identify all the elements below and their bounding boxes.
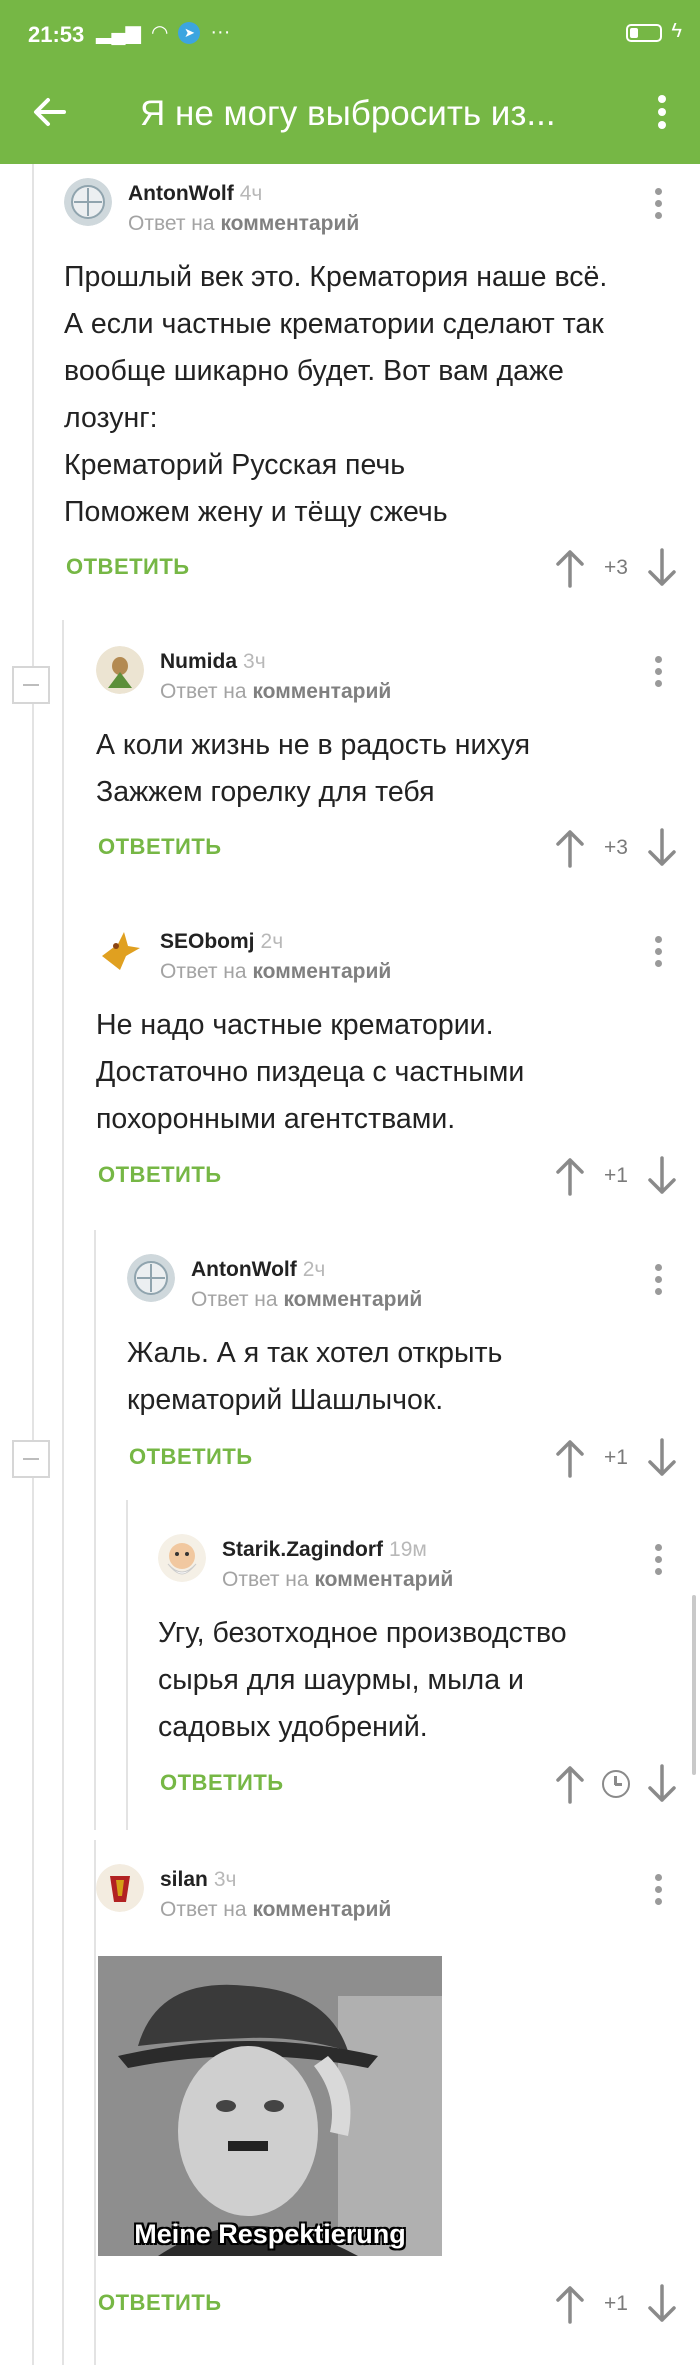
downvote-arrow-icon[interactable]	[644, 1156, 680, 1196]
scrollbar[interactable]	[692, 1595, 696, 1775]
comment-text: Угу, безотходное производство сырья для …	[158, 1617, 567, 1743]
username[interactable]: AntonWolf 4ч	[128, 182, 262, 206]
downvote-arrow-icon[interactable]	[644, 2284, 680, 2324]
wifi-icon: ◠	[150, 22, 169, 44]
thread-line	[126, 1500, 128, 1830]
comment-menu-icon[interactable]	[653, 1264, 663, 1300]
clock-icon	[602, 1770, 630, 1798]
upvote-arrow-icon[interactable]	[552, 828, 588, 868]
username[interactable]: AntonWolf 2ч	[191, 1258, 325, 1282]
status-icons: ▂▄▆ ◠ ➤ ···	[96, 20, 230, 45]
downvote-arrow-icon[interactable]	[644, 548, 680, 588]
downvote-arrow-icon[interactable]	[644, 828, 680, 868]
reply-to-label: Ответ на комментарий	[160, 680, 392, 703]
vote-controls: +3	[552, 828, 682, 868]
comment-text: А коли жизнь не в радость нихуя Зажжем г…	[96, 729, 531, 808]
avatar[interactable]	[96, 1864, 144, 1912]
reply-button[interactable]: ОТВЕТИТЬ	[98, 1162, 222, 1188]
telegram-icon: ➤	[178, 21, 201, 44]
collapse-thread-button[interactable]	[12, 1440, 50, 1478]
reply-target-link[interactable]: комментарий	[252, 1898, 391, 1921]
comment-time: 3ч	[243, 650, 266, 673]
username[interactable]: silan 3ч	[160, 1868, 236, 1892]
reply-button[interactable]: ОТВЕТИТЬ	[129, 1444, 253, 1470]
vote-controls: +3	[552, 548, 682, 588]
reply-to-label: Ответ на комментарий	[160, 1898, 392, 1921]
reply-target-link[interactable]: комментарий	[252, 960, 391, 983]
avatar[interactable]	[96, 926, 144, 974]
reply-to-label: Ответ на комментарий	[160, 960, 392, 983]
reply-target-link[interactable]: комментарий	[220, 212, 359, 235]
comment-text: Прошлый век это. Крематория наше всё. А …	[64, 261, 608, 528]
app-bar: Я не могу выбросить из...	[0, 68, 700, 164]
upvote-arrow-icon[interactable]	[552, 1156, 588, 1196]
downvote-arrow-icon[interactable]	[644, 1764, 680, 1804]
comment-time: 19м	[389, 1538, 427, 1561]
upvote-arrow-icon[interactable]	[552, 1438, 588, 1478]
comment-text: Не надо частные крематории. Достаточно п…	[96, 1009, 525, 1135]
back-arrow-icon[interactable]	[30, 92, 78, 140]
avatar[interactable]	[127, 1254, 175, 1302]
more-icon: ···	[210, 21, 231, 43]
reply-button[interactable]: ОТВЕТИТЬ	[98, 2290, 222, 2316]
upvote-arrow-icon[interactable]	[552, 2284, 588, 2324]
comment-menu-icon[interactable]	[653, 936, 663, 972]
comment-menu-icon[interactable]	[653, 1874, 663, 1910]
thread-line	[62, 620, 64, 2365]
status-bar: 21:53 ▂▄▆ ◠ ➤ ··· ϟ	[0, 0, 700, 68]
comment-time: 2ч	[302, 1258, 326, 1281]
overflow-menu-icon[interactable]	[642, 90, 682, 142]
username[interactable]: Numida 3ч	[160, 650, 266, 674]
signal-icon: ▂▄▆	[96, 22, 141, 44]
downvote-arrow-icon[interactable]	[644, 1438, 680, 1478]
comment-image[interactable]: Meine Respektierung	[98, 1956, 442, 2256]
rating-value: +1	[604, 2292, 628, 2315]
vote-controls	[552, 1764, 682, 1804]
battery-icon	[626, 24, 662, 42]
comment-time: 4ч	[239, 182, 263, 205]
rating-value: +1	[604, 1446, 628, 1469]
status-time: 21:53	[28, 22, 85, 47]
vote-controls: +1	[552, 2284, 682, 2324]
vote-controls: +1	[552, 1438, 682, 1478]
page-title: Я не могу выбросить из...	[140, 94, 556, 133]
reply-target-link[interactable]: комментарий	[252, 680, 391, 703]
comment-time: 2ч	[260, 930, 284, 953]
reply-button[interactable]: ОТВЕТИТЬ	[66, 554, 190, 580]
comment: Numida 3ч Ответ на комментарий А коли жиз…	[96, 646, 688, 876]
username[interactable]: Starik.Zagindorf 19м	[222, 1538, 427, 1562]
upvote-arrow-icon[interactable]	[552, 1764, 588, 1804]
vote-controls: +1	[552, 1156, 682, 1196]
comment-menu-icon[interactable]	[653, 188, 663, 224]
reply-button[interactable]: ОТВЕТИТЬ	[98, 834, 222, 860]
comment: SEObomj 2ч Ответ на комментарий Не надо ч…	[96, 926, 688, 1206]
rating-value: +3	[604, 556, 628, 579]
comment: Starik.Zagindorf 19м Ответ на комментарий…	[158, 1534, 688, 1814]
reply-to-label: Ответ на комментарий	[128, 212, 360, 235]
username[interactable]: SEObomj 2ч	[160, 930, 283, 954]
comment: AntonWolf 2ч Ответ на комментарий Жаль. А…	[127, 1254, 688, 1484]
thread-line	[94, 1230, 96, 1830]
comment-menu-icon[interactable]	[653, 656, 663, 692]
avatar[interactable]	[158, 1534, 206, 1582]
comment: AntonWolf 4ч Ответ на комментарий Прошлый…	[64, 178, 688, 598]
upvote-arrow-icon[interactable]	[552, 548, 588, 588]
reply-button[interactable]: ОТВЕТИТЬ	[160, 1770, 284, 1796]
image-caption: Meine Respektierung	[134, 2219, 406, 2249]
reply-target-link[interactable]: комментарий	[283, 1288, 422, 1311]
reply-to-label: Ответ на комментарий	[191, 1288, 423, 1311]
comment-menu-icon[interactable]	[653, 1544, 663, 1580]
reply-to-label: Ответ на комментарий	[222, 1568, 454, 1591]
comment: silan 3ч Ответ на комментарий Meine Respe…	[96, 1864, 688, 2334]
avatar[interactable]	[64, 178, 112, 226]
comment-text: Жаль. А я так хотел открыть крематорий Ш…	[127, 1337, 503, 1416]
rating-value: +3	[604, 836, 628, 859]
collapse-thread-button[interactable]	[12, 666, 50, 704]
rating-value: +1	[604, 1164, 628, 1187]
thread-line	[32, 164, 34, 2365]
avatar[interactable]	[96, 646, 144, 694]
charging-icon: ϟ	[671, 20, 682, 42]
comment-time: 3ч	[213, 1868, 237, 1891]
reply-target-link[interactable]: комментарий	[314, 1568, 453, 1591]
